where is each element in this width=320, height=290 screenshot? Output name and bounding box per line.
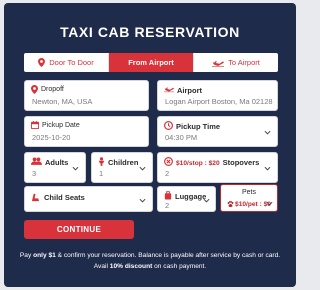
service-tabs: Door To Door From Airport To Airport <box>24 53 278 72</box>
chevron-down-icon <box>203 198 210 203</box>
dropoff-value: Newton, MA, USA <box>32 97 93 106</box>
adults-select[interactable]: Adults 3 <box>24 152 86 183</box>
child-icon <box>98 157 105 166</box>
pin-icon <box>38 58 46 67</box>
footer-highlight: 10% discount <box>109 263 153 270</box>
chevron-down-icon <box>266 201 273 206</box>
tab-to-airport[interactable]: To Airport <box>193 53 278 72</box>
reservation-panel: TAXI CAB RESERVATION Door To Door From A… <box>4 3 296 287</box>
tab-from-airport[interactable]: From Airport <box>108 53 193 72</box>
stopover-rate: $10/stop : $20 <box>176 160 220 167</box>
airport-value: Logan Airport Boston, Ma 02128 <box>165 97 273 106</box>
continue-button[interactable]: CONTINUE <box>24 220 134 239</box>
airport-select[interactable]: Airport Logan Airport Boston, Ma 02128 <box>157 80 278 111</box>
tab-label: Door To Door <box>49 58 94 67</box>
tab-label: From Airport <box>128 58 174 67</box>
chevron-down-icon <box>264 166 271 171</box>
paw-icon <box>227 201 234 207</box>
footer-highlight: only $1 <box>33 252 56 259</box>
page-title: TAXI CAB RESERVATION <box>60 24 240 40</box>
footer-text: on cash payment. <box>152 263 207 270</box>
pickup-date-field[interactable]: Pickup Date 2025-10-20 <box>24 116 149 147</box>
children-value: 1 <box>99 169 104 178</box>
children-label: Children <box>108 158 139 167</box>
pets-select[interactable]: Pets $10/pet : $0 <box>220 184 278 212</box>
stopovers-label-row: $10/stop : $20 Stopovers <box>176 158 259 167</box>
footer-text: Pay <box>19 252 34 259</box>
chevron-down-icon <box>139 166 146 171</box>
child-seats-label: Child Seats <box>44 193 85 202</box>
chevron-down-icon <box>264 130 271 135</box>
tab-label: To Airport <box>228 58 260 67</box>
dropoff-field[interactable]: Dropoff Newton, MA, USA <box>24 80 149 111</box>
payment-note: Pay only $1 & confirm your reservation. … <box>18 250 282 272</box>
adults-label: Adults <box>45 158 69 167</box>
dropoff-label: Dropoff <box>41 86 64 93</box>
pets-label: Pets <box>241 189 256 196</box>
chevron-down-icon <box>139 198 146 203</box>
tab-door-to-door[interactable]: Door To Door <box>24 53 108 72</box>
calendar-icon <box>31 121 39 129</box>
pin-icon <box>31 85 38 94</box>
users-icon <box>31 157 42 165</box>
stopovers-label: Stopovers <box>222 158 260 167</box>
pickup-date-value: 2025-10-20 <box>32 133 71 142</box>
child-seat-icon <box>31 193 40 202</box>
stopovers-select[interactable]: $10/stop : $20 Stopovers 2 <box>157 152 278 183</box>
plane-icon <box>164 87 174 93</box>
airport-label: Airport <box>177 86 202 95</box>
stop-icon <box>164 157 173 166</box>
pickup-time-label: Pickup Time <box>176 122 221 131</box>
luggage-value: 2 <box>165 201 170 210</box>
pickup-date-label: Pickup Date <box>42 122 80 129</box>
children-select[interactable]: Children 1 <box>91 152 153 183</box>
adults-value: 3 <box>32 169 37 178</box>
child-seats-select[interactable]: Child Seats <box>24 186 153 212</box>
pickup-time-value: 04:30 PM <box>165 133 198 142</box>
plane-icon <box>212 60 225 67</box>
luggage-select[interactable]: Luggage 2 <box>157 186 216 212</box>
luggage-label: Luggage <box>175 192 207 201</box>
chevron-down-icon <box>72 166 79 171</box>
clock-icon <box>164 121 173 130</box>
stopovers-value: 2 <box>165 169 170 178</box>
luggage-icon <box>164 191 172 200</box>
pickup-time-select[interactable]: Pickup Time 04:30 PM <box>157 116 278 147</box>
